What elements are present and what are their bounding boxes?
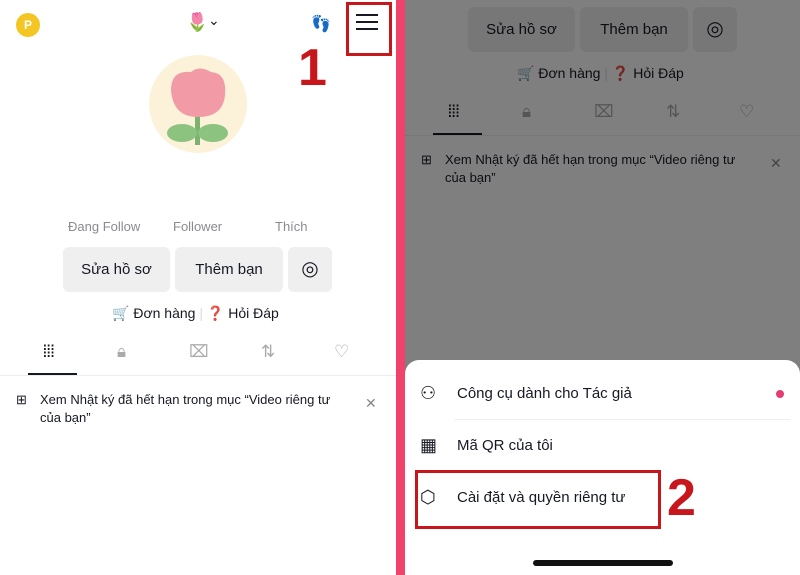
- following-label[interactable]: Đang Follow: [68, 219, 140, 234]
- bottom-sheet-menu: ⚇ Công cụ dành cho Tác giả ▦ Mã QR của t…: [405, 360, 800, 575]
- annotation-box-2: [415, 470, 661, 529]
- lock-tab-icon[interactable]: 🔒︎: [117, 342, 126, 362]
- notification-dot: [776, 390, 784, 398]
- close-icon[interactable]: ✕: [365, 394, 377, 412]
- shop-links: 🛒 Đơn hàng | ❓ Hỏi Đáp: [112, 305, 279, 321]
- edit-profile-button[interactable]: Sửa hồ sơ: [63, 247, 170, 292]
- step-number-1: 1: [298, 39, 327, 97]
- menu-item-label: Mã QR của tôi: [457, 437, 553, 454]
- separator: [455, 419, 790, 420]
- liked-tab-icon[interactable]: ♡: [334, 342, 349, 362]
- annotation-box-1: [346, 2, 392, 56]
- divider: [396, 0, 405, 575]
- question-icon: ❓: [206, 305, 225, 321]
- orders-link[interactable]: Đơn hàng: [133, 305, 195, 321]
- account-switcher[interactable]: 🌷: [186, 12, 208, 33]
- avatar[interactable]: [149, 55, 247, 153]
- follower-label[interactable]: Follower: [173, 219, 222, 234]
- saved-tab-icon[interactable]: ⌧: [189, 342, 209, 362]
- likes-label: Thích: [275, 219, 308, 234]
- profile-screen: P 🌷 ⌄ 👣 Đang Follow Follower Thích Sửa h…: [0, 0, 396, 575]
- active-tab-indicator: [28, 373, 77, 375]
- creator-tools-icon: ⚇: [420, 383, 437, 403]
- top-bar: P 🌷 ⌄ 👣: [0, 0, 396, 50]
- notice-text[interactable]: Xem Nhật ký đã hết hạn trong mục “Video …: [40, 391, 350, 427]
- home-indicator: [533, 560, 673, 566]
- menu-item-label: Công cụ dành cho Tác giả: [457, 385, 632, 402]
- camera-icon: ⊞: [16, 392, 27, 407]
- profile-tabs: ⦙⦙⦙ 🔒︎ ⌧ ⇅ ♡: [0, 340, 396, 376]
- footprints-icon[interactable]: 👣: [311, 14, 331, 34]
- repost-tab-icon[interactable]: ⇅: [261, 342, 275, 362]
- coin-icon[interactable]: P: [16, 13, 40, 37]
- cart-icon: 🛒: [112, 305, 130, 321]
- chevron-down-icon[interactable]: ⌄: [208, 12, 220, 29]
- qr-code-icon: ▦: [420, 435, 438, 455]
- step-number-2: 2: [667, 469, 696, 527]
- qa-link[interactable]: Hỏi Đáp: [228, 305, 279, 321]
- menu-item-qr-code[interactable]: ▦ Mã QR của tôi: [405, 422, 800, 472]
- menu-screen: Sửa hồ sơ Thêm bạn ◎ 🛒 Đơn hàng | ❓ Hỏi …: [405, 0, 800, 575]
- videos-tab-icon[interactable]: ⦙⦙⦙: [43, 342, 54, 362]
- instagram-icon[interactable]: ◎: [288, 247, 332, 292]
- add-friend-button[interactable]: Thêm bạn: [175, 247, 283, 292]
- menu-item-creator-tools[interactable]: ⚇ Công cụ dành cho Tác giả: [405, 370, 800, 420]
